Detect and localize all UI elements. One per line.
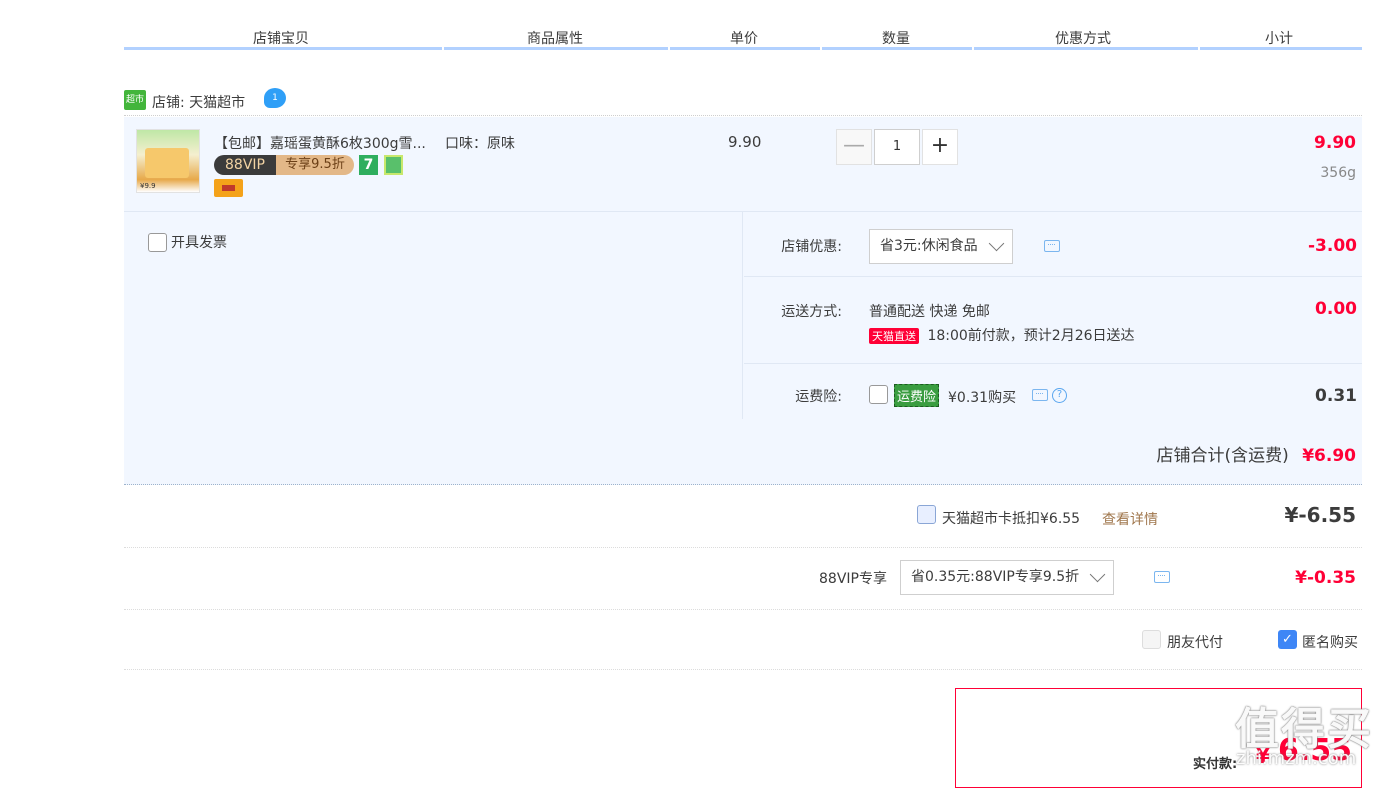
- item-weight: 356g: [1320, 165, 1356, 181]
- col-unit-price: 单价: [730, 31, 758, 47]
- shipping-value: 0.00: [1315, 299, 1357, 319]
- message-icon[interactable]: [1032, 389, 1048, 401]
- vip-discount-select[interactable]: 省0.35元:88VIP专享9.5折: [900, 560, 1115, 595]
- product-thumbnail[interactable]: ¥9.9: [136, 129, 200, 193]
- card-deduction-row: 天猫超市卡抵扣¥6.55 查看详情 ¥-6.55: [124, 486, 1362, 548]
- col-rule: [670, 47, 820, 50]
- column-header: 店铺宝贝 商品属性 单价 数量 优惠方式 小计: [124, 0, 1362, 52]
- insurance-tag: 运费险: [894, 384, 940, 407]
- chevron-down-icon: [1089, 566, 1106, 583]
- anonymous-label: 匿名购买: [1302, 635, 1358, 651]
- product-image-box: [145, 148, 189, 178]
- vip-discount-select-value: 省0.35元:88VIP专享9.5折: [911, 569, 1080, 585]
- shop-name[interactable]: 店铺: 天猫超市: [152, 92, 245, 112]
- pay-label: 实付款:: [1193, 757, 1238, 772]
- card-deduction-label: 天猫超市卡抵扣¥6.55: [942, 511, 1081, 527]
- shipping-label: 运送方式:: [781, 304, 842, 320]
- message-icon[interactable]: [1044, 240, 1060, 252]
- shipping-row: 运送方式: 普通配送 快递 免邮 天猫直送 18:00前付款，预计2月26日送达…: [744, 277, 1362, 364]
- col-attributes: 商品属性: [527, 31, 583, 47]
- quantity-plus-button[interactable]: +: [922, 129, 958, 165]
- insurance-row: 运费险: 运费险 ¥0.31购买 ? 0.31: [744, 364, 1362, 419]
- shop-discount-row: 店铺优惠: 省3元:休闲食品 -3.00: [744, 212, 1362, 277]
- insurance-price: ¥0.31购买: [948, 390, 1017, 406]
- guarantee-icon: [384, 155, 403, 175]
- options-left: 开具发票: [124, 212, 743, 419]
- watermark-url: zhi.mzm.com: [1236, 748, 1357, 769]
- shop-discount-select-value: 省3元:休闲食品: [880, 238, 978, 254]
- chevron-down-icon: [988, 235, 1004, 252]
- delivery-note: 18:00前付款，预计2月26日送达: [927, 328, 1135, 344]
- vip-badge-right: 专享9.5折: [276, 155, 354, 175]
- seven-day-return-icon: 7: [359, 155, 378, 175]
- shop-row: 超市 店铺: 天猫超市 1: [124, 88, 1362, 116]
- unit-price: 9.90: [728, 133, 762, 151]
- shop-total-value: ¥6.90: [1302, 446, 1356, 466]
- thumb-price: ¥9.9: [140, 182, 156, 190]
- tmall-supermarket-icon: 超市: [124, 90, 146, 110]
- tmall-direct-icon: 天猫直送: [869, 328, 919, 344]
- col-subtotal: 小计: [1265, 31, 1293, 47]
- vip-discount-label: 88VIP专享: [819, 571, 887, 587]
- payment-options-row: 朋友代付 ✓ 匿名购买: [124, 610, 1362, 670]
- product-title[interactable]: 【包邮】嘉瑶蛋黄酥6枚300g雪...: [214, 133, 426, 153]
- invoice-checkbox[interactable]: [148, 232, 167, 252]
- vip-badge-left: 88VIP: [214, 155, 276, 175]
- col-rule: [822, 47, 972, 50]
- shipping-method: 普通配送 快递 免邮: [869, 304, 990, 320]
- col-discount: 优惠方式: [1055, 31, 1111, 47]
- shop-total-label: 店铺合计(含运费): [1156, 446, 1289, 466]
- col-quantity: 数量: [882, 31, 910, 47]
- invoice-option[interactable]: 开具发票: [144, 232, 227, 252]
- insurance-checkbox[interactable]: [869, 385, 888, 404]
- friend-pay-checkbox[interactable]: [1142, 630, 1161, 649]
- message-icon[interactable]: [1154, 571, 1170, 583]
- chat-icon[interactable]: 1: [264, 88, 286, 108]
- col-rule: [124, 47, 442, 50]
- insurance-value: 0.31: [1315, 386, 1357, 406]
- shop-total-row: 店铺合计(含运费) ¥6.90: [124, 419, 1362, 485]
- quantity-minus-button[interactable]: —: [836, 129, 872, 165]
- vip-discount-row: 88VIP专享 省0.35元:88VIP专享9.5折 ¥-0.35: [124, 548, 1362, 610]
- quantity-stepper: — 1 +: [836, 129, 958, 165]
- item-subtotal: 9.90: [1314, 133, 1356, 153]
- card-deduction-checkbox[interactable]: [917, 505, 936, 524]
- credit-card-icon: [214, 179, 243, 197]
- delivery-info: 天猫直送 18:00前付款，预计2月26日送达: [869, 325, 1135, 345]
- invoice-label: 开具发票: [171, 235, 227, 251]
- card-deduction-value: ¥-6.55: [1284, 503, 1356, 527]
- vip-badge: 88VIP 专享9.5折: [214, 155, 354, 175]
- product-attribute: 口味：原味: [445, 136, 515, 152]
- quantity-input[interactable]: 1: [874, 129, 920, 165]
- cart-item: ¥9.9 【包邮】嘉瑶蛋黄酥6枚300g雪... 88VIP 专享9.5折 7 …: [124, 117, 1362, 212]
- shop-discount-label: 店铺优惠:: [781, 239, 842, 255]
- shop-discount-value: -3.00: [1308, 236, 1357, 256]
- col-rule: [1200, 47, 1362, 50]
- vip-discount-value: ¥-0.35: [1295, 568, 1356, 588]
- view-details-link[interactable]: 查看详情: [1102, 509, 1158, 529]
- help-icon[interactable]: ?: [1052, 388, 1067, 403]
- shop-discount-select[interactable]: 省3元:休闲食品: [869, 229, 1013, 264]
- anonymous-checkbox[interactable]: ✓: [1278, 630, 1297, 649]
- col-rule: [444, 47, 668, 50]
- col-rule: [974, 47, 1198, 50]
- shop-total: 店铺合计(含运费) ¥6.90: [1157, 441, 1356, 466]
- order-options: 开具发票 店铺优惠: 省3元:休闲食品 -3.00 运送方式: 普通配送 快递 …: [124, 212, 1362, 419]
- col-shop-item: 店铺宝贝: [253, 31, 309, 47]
- insurance-label: 运费险:: [795, 389, 842, 405]
- friend-pay-label: 朋友代付: [1167, 635, 1223, 651]
